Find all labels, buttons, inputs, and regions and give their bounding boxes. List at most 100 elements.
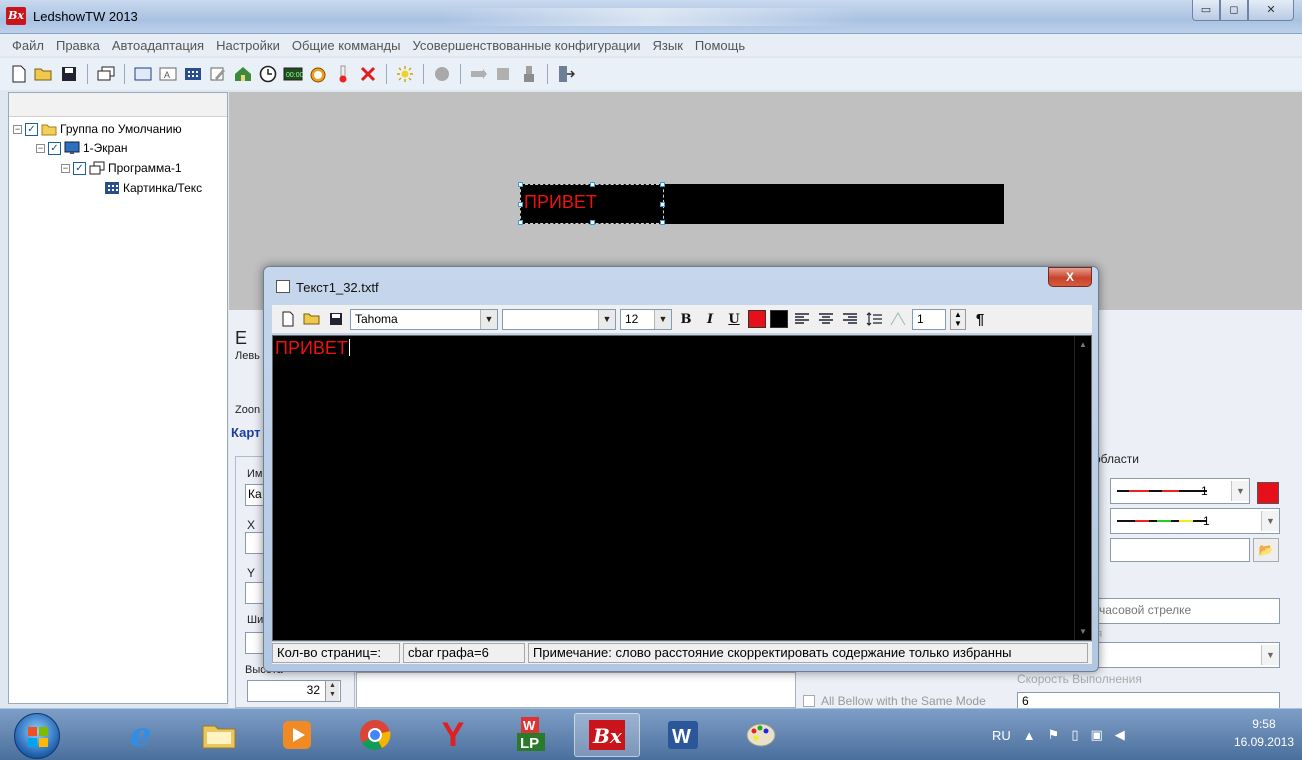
- border-style-combo-2[interactable]: 1 ▼: [1110, 508, 1280, 534]
- new-icon[interactable]: [278, 309, 298, 329]
- align-center-icon[interactable]: [816, 309, 836, 329]
- background-color-swatch[interactable]: [770, 310, 788, 328]
- scroll-up-icon[interactable]: ▲: [1079, 340, 1087, 349]
- chevron-down-icon[interactable]: ▼: [598, 309, 615, 329]
- collapse-icon[interactable]: −: [61, 163, 70, 173]
- italic-button[interactable]: I: [700, 309, 720, 329]
- yandex-icon[interactable]: Y: [422, 713, 484, 757]
- clear-format-icon[interactable]: [888, 309, 908, 329]
- brightness-icon[interactable]: [394, 63, 416, 85]
- resize-handle[interactable]: [518, 220, 523, 225]
- volume-icon[interactable]: ◀: [1115, 727, 1125, 743]
- text-editor[interactable]: ПРИВЕТ ▲ ▼: [272, 335, 1092, 641]
- media-icon[interactable]: [266, 713, 328, 757]
- line-spacing-spinner[interactable]: ▲ ▼: [950, 308, 966, 330]
- y-input[interactable]: [245, 582, 265, 604]
- name-input[interactable]: Ка: [245, 484, 265, 506]
- tree-node-screen[interactable]: − ✓ 1-Экран: [36, 139, 128, 157]
- house-icon[interactable]: [232, 63, 254, 85]
- send2-icon[interactable]: [493, 63, 515, 85]
- collapse-icon[interactable]: −: [13, 124, 22, 134]
- checkbox-checked-icon[interactable]: ✓: [48, 141, 61, 155]
- area-icon[interactable]: [132, 63, 154, 85]
- x-input[interactable]: [245, 532, 265, 554]
- temperature-icon[interactable]: [332, 63, 354, 85]
- grid-icon[interactable]: [182, 63, 204, 85]
- chevron-down-icon[interactable]: ▼: [1261, 511, 1279, 531]
- new-icon[interactable]: [8, 63, 30, 85]
- language-indicator[interactable]: RU: [992, 728, 1011, 743]
- line-spacing-icon[interactable]: [864, 309, 884, 329]
- delete-icon[interactable]: [357, 63, 379, 85]
- menu-settings[interactable]: Настройки: [210, 38, 286, 53]
- menu-commands[interactable]: Общие комманды: [286, 38, 407, 53]
- underline-button[interactable]: U: [724, 309, 744, 329]
- usb-icon[interactable]: [518, 63, 540, 85]
- tree-node-program[interactable]: − ✓ Программа-1: [61, 159, 182, 177]
- menu-edit[interactable]: Правка: [50, 38, 106, 53]
- text-area-icon[interactable]: A: [157, 63, 179, 85]
- action-center-icon[interactable]: ⚑: [1048, 727, 1060, 743]
- word-lp-icon[interactable]: W LP: [500, 713, 562, 757]
- bold-button[interactable]: B: [676, 309, 696, 329]
- menu-file[interactable]: Файл: [6, 38, 50, 53]
- resize-handle[interactable]: [660, 182, 665, 187]
- ledshow-icon[interactable]: Bx: [574, 713, 640, 757]
- height-spinner[interactable]: ▲ ▼: [325, 681, 339, 701]
- menu-help[interactable]: Помощь: [689, 38, 751, 53]
- checkbox-checked-icon[interactable]: ✓: [25, 122, 38, 136]
- network-icon[interactable]: ▣: [1090, 727, 1102, 743]
- clock-icon[interactable]: [257, 63, 279, 85]
- resize-handle[interactable]: [660, 202, 665, 207]
- resize-handle[interactable]: [590, 182, 595, 187]
- maximize-button[interactable]: ◻: [1220, 0, 1248, 21]
- editor-scrollbar[interactable]: ▲ ▼: [1074, 336, 1091, 640]
- effect-list[interactable]: [356, 672, 796, 708]
- show-hidden-icon[interactable]: ▲: [1023, 728, 1036, 743]
- collapse-icon[interactable]: −: [36, 143, 45, 153]
- exit-icon[interactable]: [555, 63, 577, 85]
- menu-autoadapt[interactable]: Автоадаптация: [106, 38, 210, 53]
- chrome-icon[interactable]: [344, 713, 406, 757]
- chevron-down-icon[interactable]: ▼: [1261, 645, 1279, 665]
- edit-icon[interactable]: [207, 63, 229, 85]
- chevron-down-icon[interactable]: ▼: [480, 309, 497, 329]
- scroll-down-icon[interactable]: ▼: [1079, 627, 1087, 636]
- close-button[interactable]: ✕: [1248, 0, 1294, 21]
- image-path-input[interactable]: [1110, 538, 1250, 562]
- chevron-down-icon[interactable]: ▼: [654, 309, 671, 329]
- align-left-icon[interactable]: [792, 309, 812, 329]
- open-icon[interactable]: [33, 63, 55, 85]
- record-icon[interactable]: [431, 63, 453, 85]
- copy-icon[interactable]: [95, 63, 117, 85]
- alarm-icon[interactable]: [307, 63, 329, 85]
- align-right-icon[interactable]: [840, 309, 860, 329]
- selection-frame[interactable]: [518, 182, 665, 225]
- paragraph-icon[interactable]: ¶: [970, 309, 990, 329]
- minimize-button[interactable]: ▭: [1192, 0, 1220, 21]
- border-style-combo[interactable]: 1 ▼: [1110, 478, 1250, 504]
- resize-handle[interactable]: [660, 220, 665, 225]
- font-select[interactable]: Tahoma ▼: [350, 308, 498, 330]
- same-mode-checkbox[interactable]: [803, 695, 815, 707]
- paint-icon[interactable]: [730, 713, 792, 757]
- save-icon[interactable]: [58, 63, 80, 85]
- dialog-close-button[interactable]: X: [1048, 267, 1092, 287]
- chevron-down-icon[interactable]: ▼: [1231, 481, 1249, 501]
- border-color-swatch[interactable]: [1257, 482, 1279, 504]
- style-select[interactable]: ▼: [502, 308, 616, 330]
- width-input[interactable]: [245, 632, 265, 654]
- tree-node-picture-text[interactable]: Картинка/Текс: [104, 179, 202, 197]
- clock[interactable]: 9:58 16.09.2013: [1234, 715, 1294, 751]
- mode-combo[interactable]: ▼: [1084, 642, 1280, 668]
- save-icon[interactable]: [326, 309, 346, 329]
- text-color-swatch[interactable]: [748, 310, 766, 328]
- menu-language[interactable]: Язык: [647, 38, 689, 53]
- start-button[interactable]: [14, 713, 60, 759]
- font-size-select[interactable]: 12 ▼: [620, 308, 672, 330]
- zoom-label[interactable]: Zoon: [235, 404, 260, 416]
- tab-label[interactable]: Левь: [235, 350, 260, 362]
- led-screen[interactable]: ПРИВЕТ: [518, 182, 1004, 225]
- send-icon[interactable]: [468, 63, 490, 85]
- open-folder-icon[interactable]: 📂: [1253, 538, 1279, 562]
